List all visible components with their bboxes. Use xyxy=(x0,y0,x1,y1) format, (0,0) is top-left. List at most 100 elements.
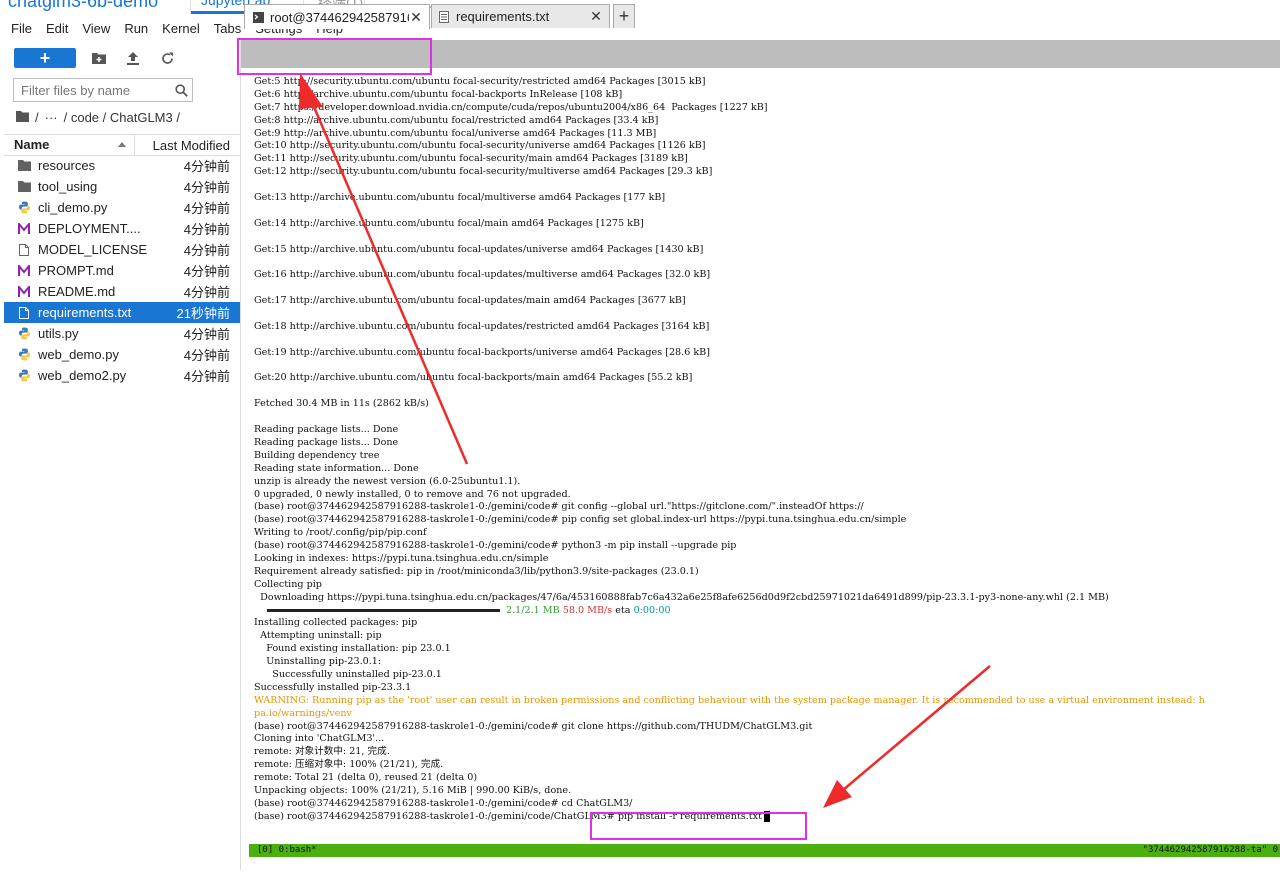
file-browser-toolbar: + xyxy=(14,47,178,69)
terminal-line: Downloading https://pypi.tuna.tsinghua.e… xyxy=(249,592,1280,605)
terminal-icon xyxy=(253,11,265,23)
file-name: web_demo2.py xyxy=(38,368,127,383)
menu-run[interactable]: Run xyxy=(117,21,155,36)
terminal-line-text: Reading state information... Done xyxy=(254,462,419,474)
terminal-line-text: remote: 对象计数中: 21, 完成. xyxy=(254,746,390,758)
file-modified: 4分钟前 xyxy=(183,201,230,216)
tab-terminal-root[interactable]: root@37446294258791628 ✕ xyxy=(244,4,430,29)
python-icon xyxy=(16,347,32,363)
terminal-line: (base) root@374462942587916288-taskrole1… xyxy=(249,514,1280,527)
file-row[interactable]: cli_demo.py 4分钟前 xyxy=(4,197,240,218)
file-list: resources 4分钟前 tool_using 4分钟前 cli_demo.py 4分… xyxy=(4,155,240,386)
upload-icon[interactable] xyxy=(122,48,144,68)
terminal-line-text: (base) root@374462942587916288-taskrole1… xyxy=(254,797,633,809)
close-icon[interactable]: ✕ xyxy=(589,8,603,25)
progress-speed: 58.0 MB/s xyxy=(562,604,613,616)
terminal-line: Get:6 http://archive.ubuntu.com/ubuntu f… xyxy=(249,89,1280,102)
status-bar xyxy=(0,870,1280,878)
file-name: MODEL_LICENSE xyxy=(38,242,148,257)
terminal-line: Get:9 http://archive.ubuntu.com/ubuntu f… xyxy=(249,128,1280,141)
breadcrumb-ellipsis[interactable]: ··· xyxy=(45,110,58,125)
terminal-line-text: (base) root@374462942587916288-taskrole1… xyxy=(254,501,864,513)
terminal-line-text: unzip is already the newest version (6.0… xyxy=(254,475,521,487)
breadcrumb-path[interactable]: / code / ChatGLM3 / xyxy=(64,110,180,125)
terminal-line-text: Get:20 http://archive.ubuntu.com/ubuntu … xyxy=(254,372,693,384)
file-list-header: Name Last Modified xyxy=(4,134,240,156)
terminal-line-text: Get:8 http://archive.ubuntu.com/ubuntu f… xyxy=(254,114,659,126)
file-row[interactable]: PROMPT.md 4分钟前 xyxy=(4,260,240,281)
terminal-line: WARNING: Running pip as the 'root' user … xyxy=(249,695,1280,708)
terminal-line-text: Get:6 http://archive.ubuntu.com/ubuntu f… xyxy=(254,88,623,100)
refresh-icon[interactable] xyxy=(156,48,178,68)
terminal-line: Fetched 30.4 MB in 11s (2862 kB/s) xyxy=(249,398,1280,411)
terminal-line-text: (base) root@374462942587916288-taskrole1… xyxy=(254,810,762,822)
file-modified: 4分钟前 xyxy=(183,243,230,258)
progress-bar xyxy=(267,608,500,612)
file-row[interactable]: requirements.txt 21秒钟前 xyxy=(4,302,240,323)
terminal-line: Uninstalling pip-23.0.1: xyxy=(249,656,1280,669)
file-row[interactable]: MODEL_LICENSE 4分钟前 xyxy=(4,239,240,260)
folder-icon xyxy=(16,158,32,174)
breadcrumb-root[interactable]: / xyxy=(35,110,39,125)
file-icon xyxy=(16,242,32,258)
terminal-line-text: Get:9 http://archive.ubuntu.com/ubuntu f… xyxy=(254,127,657,139)
terminal-line-text: remote: 压缩对象中: 100% (21/21), 完成. xyxy=(254,759,444,771)
sort-by-modified[interactable]: Last Modified xyxy=(135,138,240,153)
sort-by-name[interactable]: Name xyxy=(4,135,135,155)
new-launcher-button[interactable]: + xyxy=(14,48,76,68)
file-name: tool_using xyxy=(38,179,98,194)
terminal-line-text: Downloading https://pypi.tuna.tsinghua.e… xyxy=(254,591,1109,603)
menu-tabs[interactable]: Tabs xyxy=(207,21,248,36)
terminal-line: 2.1/2.1 MB 58.0 MB/s eta 0:00:00 xyxy=(249,605,1280,618)
file-name: cli_demo.py xyxy=(38,200,108,215)
close-icon[interactable]: ✕ xyxy=(409,9,423,26)
file-row[interactable]: DEPLOYMENT.... 4分钟前 xyxy=(4,218,240,239)
file-name: requirements.txt xyxy=(38,305,132,320)
terminal-line: Writing to /root/.config/pip/pip.conf xyxy=(249,527,1280,540)
document-tab-bar xyxy=(241,40,1280,68)
terminal-line: Get:16 http://archive.ubuntu.com/ubuntu … xyxy=(249,269,1280,282)
file-row[interactable]: web_demo.py 4分钟前 xyxy=(4,344,240,365)
terminal-output[interactable]: Get:5 http://security.ubuntu.com/ubuntu … xyxy=(249,76,1280,858)
terminal-cursor xyxy=(763,810,770,822)
terminal-line: Get:13 http://archive.ubuntu.com/ubuntu … xyxy=(249,192,1280,205)
terminal-line: Found existing installation: pip 23.0.1 xyxy=(249,643,1280,656)
file-row[interactable]: utils.py 4分钟前 xyxy=(4,323,240,344)
file-row[interactable]: tool_using 4分钟前 xyxy=(4,176,240,197)
menu-kernel[interactable]: Kernel xyxy=(155,21,207,36)
file-name: README.md xyxy=(38,284,116,299)
file-row[interactable]: resources 4分钟前 xyxy=(4,155,240,176)
file-row[interactable]: README.md 4分钟前 xyxy=(4,281,240,302)
file-modified: 4分钟前 xyxy=(183,180,230,195)
menu-view[interactable]: View xyxy=(75,21,117,36)
terminal-line-text: Writing to /root/.config/pip/pip.conf xyxy=(254,527,427,539)
folder-icon[interactable] xyxy=(16,110,29,125)
menu-file[interactable]: File xyxy=(4,21,39,36)
file-row[interactable]: web_demo2.py 4分钟前 xyxy=(4,365,240,386)
file-modified: 21秒钟前 xyxy=(176,306,230,321)
tab-requirements[interactable]: requirements.txt ✕ xyxy=(431,4,610,28)
folder-icon xyxy=(16,179,32,195)
terminal-line: 0 upgraded, 0 newly installed, 0 to remo… xyxy=(249,489,1280,502)
add-tab-button[interactable]: + xyxy=(613,4,635,28)
terminal-line: unzip is already the newest version (6.0… xyxy=(249,476,1280,489)
breadcrumb: / ··· / code / ChatGLM3 / xyxy=(16,110,186,125)
terminal-line: (base) root@374462942587916288-taskrole1… xyxy=(249,540,1280,553)
tab-title: requirements.txt xyxy=(456,9,550,24)
filter-input[interactable] xyxy=(14,81,170,99)
python-icon xyxy=(16,326,32,342)
new-folder-icon[interactable] xyxy=(88,48,110,68)
terminal-line: Reading package lists... Done xyxy=(249,424,1280,437)
terminal-line-text: 0 upgraded, 0 newly installed, 0 to remo… xyxy=(254,488,571,500)
sort-ascending-icon xyxy=(118,142,126,147)
terminal-line-text: Installing collected packages: pip xyxy=(254,617,418,629)
terminal-line: Cloning into 'ChatGLM3'... xyxy=(249,733,1280,746)
menu-edit[interactable]: Edit xyxy=(39,21,75,36)
terminal-line-text: Get:16 http://archive.ubuntu.com/ubuntu … xyxy=(254,269,711,281)
